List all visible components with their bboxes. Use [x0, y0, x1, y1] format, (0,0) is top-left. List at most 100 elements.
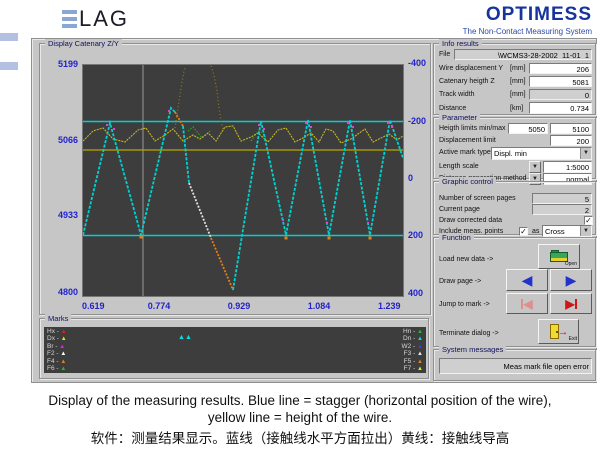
chart-group-title: Display Catenary Z/Y — [45, 39, 122, 48]
file-field[interactable]: \WCMS3-28-2002_11-01_1 — [454, 49, 592, 60]
current-page-label: Current page — [439, 206, 480, 213]
info-results-group: Info results File \WCMS3-28-2002_11-01_1… — [433, 39, 596, 115]
catenary-height-value: 5081 — [529, 76, 592, 87]
previous-page-button[interactable]: ◀ — [506, 269, 548, 291]
system-messages-title: System messages — [439, 345, 507, 354]
mark-triangle-icon: ▲ — [417, 336, 423, 343]
displacement-limit-label: Displacement limit — [439, 137, 496, 144]
mark-triangle-icon: ▲ — [417, 358, 423, 365]
marks-strip[interactable]: Hx - ▲ Dx - ▲ Br - ▲ F2 - ▲ F4 - ▲ F6 - … — [44, 327, 426, 373]
bar-icon — [574, 298, 577, 309]
optimess-logo: OPTIMESS The Non-Contact Measuring Syste… — [463, 4, 592, 36]
length-scale-label: Length scale — [439, 163, 479, 170]
system-message-field: Meas mark file open error — [439, 358, 592, 374]
displacement-limit-field[interactable]: 200 — [550, 135, 592, 146]
axis-tick-left: 5199 — [57, 59, 78, 69]
axis-tick-x: 1.239 — [378, 301, 401, 311]
axis-tick-x: 0.774 — [147, 301, 171, 311]
right-arrow-icon: ▶ — [565, 296, 575, 311]
optimess-tagline: The Non-Contact Measuring System — [462, 27, 592, 36]
mark-triangle-icon: ▲ — [417, 343, 423, 350]
caption-line-3: 软件：测量结果显示。蓝线（接触线水平方面拉出）黄线：接触线导高 — [90, 431, 510, 446]
current-page-value: 2 — [532, 204, 592, 215]
left-decoration-bar — [0, 33, 18, 41]
mark-legend-item: F6 - ▲ — [47, 365, 67, 372]
exit-arrow-icon: → — [557, 325, 569, 338]
mark-triangle-icon: ▲ — [60, 336, 67, 343]
wire-displacement-label: Wire displacement Y — [439, 65, 504, 72]
chart-canvas — [82, 65, 404, 296]
elag-logo: LAG — [62, 6, 129, 32]
draw-corrected-label: Draw corrected data — [439, 217, 503, 224]
point-style-select[interactable]: Cross ▼ — [542, 225, 592, 237]
axis-tick-right: -200 — [408, 116, 427, 126]
graphic-control-group: Graphic control Number of screen pages 5… — [433, 177, 596, 237]
catenary-height-unit: [mm] — [510, 78, 526, 85]
axis-tick-x: 0.619 — [82, 301, 105, 311]
height-limits-label: Heigth limits min/max — [439, 125, 506, 132]
length-scale-dropdown-button[interactable]: ▼ — [529, 161, 541, 173]
system-messages-group: System messages Meas mark file open erro… — [433, 345, 596, 381]
chevron-down-icon[interactable]: ▼ — [580, 226, 591, 236]
file-label: File — [439, 51, 451, 58]
active-mark-type-select[interactable]: Displ. min ▼ — [491, 147, 592, 160]
mark-triangle-icon: ▲ — [60, 351, 67, 358]
axis-tick-right: 0 — [408, 173, 414, 183]
screen-pages-value: 5 — [532, 193, 592, 204]
measurement-mark-icon[interactable]: ▲ — [185, 334, 192, 341]
right-arrow-icon: ▶ — [565, 272, 577, 288]
height-limit-min-field[interactable]: 5050 — [508, 123, 548, 134]
marks-group: Marks Hx - ▲ Dx - ▲ Br - ▲ F2 - ▲ F4 - ▲… — [39, 314, 429, 379]
distance-unit: [km] — [510, 105, 524, 112]
jump-next-mark-button[interactable]: ▶ — [550, 293, 592, 314]
exit-button-caption: Exit — [568, 336, 577, 342]
axis-tick-right: 400 — [408, 288, 424, 298]
measurement-mark-icon[interactable]: ▲ — [178, 334, 185, 341]
measuring-dialog: Display Catenary Z/Y 5199 5066 4933 4800… — [31, 38, 597, 383]
screen-pages-label: Number of screen pages — [439, 195, 516, 202]
axis-tick-x: 0.929 — [227, 301, 251, 311]
left-decoration-bar — [0, 62, 18, 70]
length-scale-field[interactable]: 1:5000 — [543, 161, 592, 173]
marks-group-title: Marks — [45, 314, 72, 323]
terminate-dialog-label: Terminate dialog -> — [439, 330, 499, 337]
info-results-title: Info results — [439, 39, 482, 48]
open-button-caption: Open — [564, 261, 577, 267]
elag-e-icon — [62, 10, 77, 28]
track-width-value: 0 — [529, 89, 592, 100]
axis-tick-left: 4800 — [57, 287, 78, 297]
axis-tick-right: 200 — [408, 230, 424, 240]
mark-triangle-icon: ▲ — [417, 366, 423, 372]
graphic-control-title: Graphic control — [439, 177, 496, 186]
mark-legend-item: F7 - ▲ — [403, 365, 423, 372]
function-title: Function — [439, 233, 474, 242]
terminate-dialog-button[interactable]: → Exit — [538, 319, 579, 344]
chevron-down-icon: ▼ — [532, 164, 538, 170]
axis-tick-left: 4933 — [57, 210, 78, 220]
jump-to-mark-label: Jump to mark -> — [439, 301, 490, 308]
open-file-button[interactable]: Open — [538, 244, 580, 269]
mark-triangle-icon: ▲ — [60, 329, 67, 335]
wire-displacement-value: 206 — [529, 63, 592, 74]
height-limit-max-field[interactable]: 5100 — [550, 123, 592, 134]
active-mark-type-label: Active mark type — [439, 149, 491, 156]
function-group: Function Load new data -> Open Draw page… — [433, 233, 596, 347]
axis-tick-right: -400 — [408, 58, 427, 68]
jump-previous-mark-button[interactable]: ◀ — [506, 293, 548, 314]
include-points-checkbox[interactable]: ✓ — [519, 227, 528, 236]
mark-triangle-icon: ▲ — [59, 343, 66, 350]
elag-logo-text: LAG — [79, 6, 130, 31]
exit-door-icon: → — [549, 323, 569, 340]
draw-page-label: Draw page -> — [439, 278, 482, 285]
optimess-logo-text: OPTIMESS — [485, 4, 592, 25]
chevron-down-icon[interactable]: ▼ — [580, 148, 591, 159]
parameter-title: Parameter — [439, 113, 481, 122]
caption-line-2: yellow line = height of the wire. — [207, 410, 393, 425]
axis-tick-left: 5066 — [57, 135, 78, 145]
draw-corrected-checkbox[interactable]: ✓ — [584, 216, 593, 225]
as-label: as — [532, 228, 540, 235]
caption-line-1: Display of the measuring results. Blue l… — [48, 393, 552, 408]
wire-displacement-unit: [mm] — [510, 65, 526, 72]
next-page-button[interactable]: ▶ — [550, 269, 592, 291]
chart-plot-area[interactable] — [82, 64, 404, 297]
